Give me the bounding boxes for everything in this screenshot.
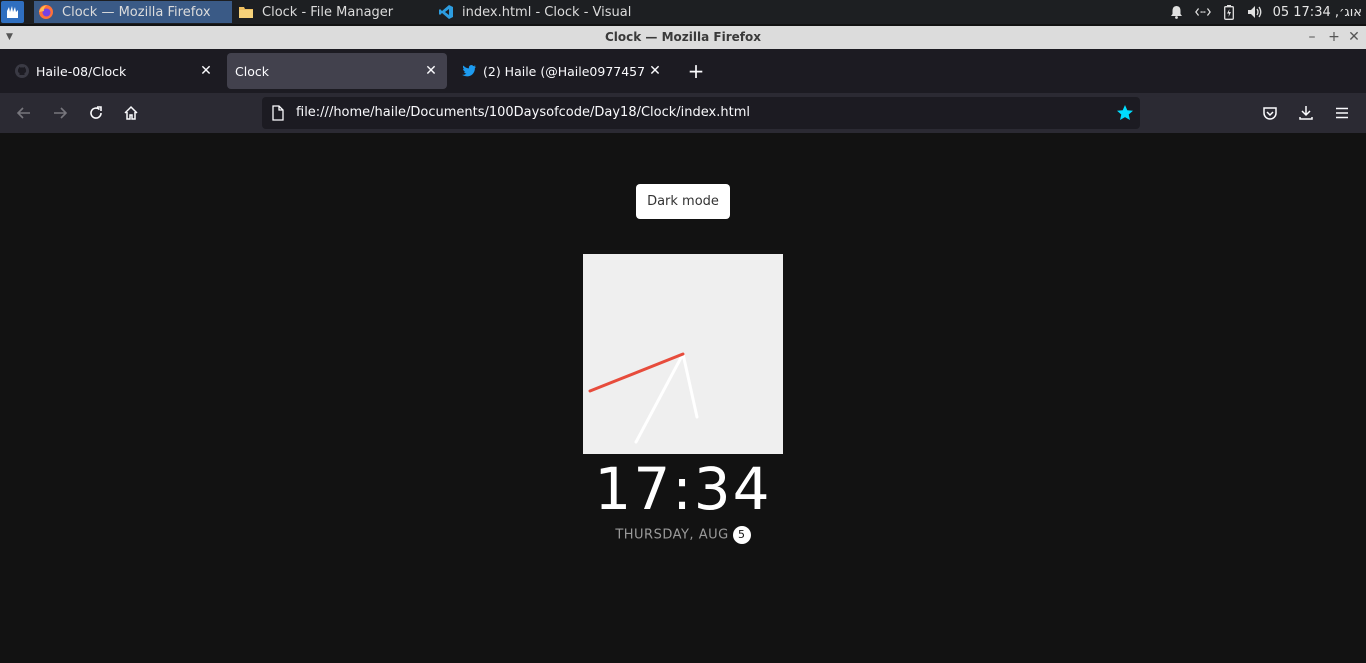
downloads-button[interactable] xyxy=(1294,101,1318,125)
forward-arrow-icon xyxy=(54,107,68,119)
close-window-icon[interactable]: ✕ xyxy=(1344,26,1364,49)
close-tab-icon[interactable]: ✕ xyxy=(421,61,441,81)
system-clock[interactable]: 05 ‫אוג׳‬, 17:34 xyxy=(1273,5,1362,20)
maximize-icon[interactable]: + xyxy=(1324,26,1344,49)
bookmark-star-icon[interactable] xyxy=(1116,104,1134,122)
pocket-icon xyxy=(1263,107,1277,120)
reload-button[interactable] xyxy=(84,101,108,125)
tab-label: Haile-08/Clock xyxy=(36,63,127,79)
window-menu-icon[interactable]: ▼ xyxy=(6,26,13,49)
hamburger-menu-icon xyxy=(1336,107,1348,119)
page-icon xyxy=(272,105,284,121)
page-content: Dark mode 17:34 THURSDAY, AUG 5 xyxy=(0,133,1366,663)
window-title: Clock — Mozilla Firefox xyxy=(605,30,761,44)
date-text: THURSDAY, AUG xyxy=(615,527,729,543)
app-menu-button-firefox[interactable] xyxy=(1330,101,1354,125)
network-icon[interactable] xyxy=(1194,4,1211,20)
tab-clock[interactable]: Clock ✕ xyxy=(227,53,447,89)
twitter-icon xyxy=(462,65,476,77)
home-icon xyxy=(124,105,138,120)
os-taskbar: Clock — Mozilla Firefox Clock - File Man… xyxy=(0,0,1366,24)
home-button[interactable] xyxy=(119,101,143,125)
taskbar-item-firefox[interactable]: Clock — Mozilla Firefox xyxy=(34,1,232,23)
notifications-icon[interactable] xyxy=(1169,4,1185,20)
folder-icon xyxy=(239,7,253,18)
new-tab-button[interactable]: + xyxy=(684,59,708,83)
github-icon xyxy=(15,64,29,78)
hour-hand xyxy=(681,352,699,419)
address-bar[interactable]: file:///home/haile/Documents/100Daysofco… xyxy=(262,97,1140,129)
close-tab-icon[interactable]: ✕ xyxy=(645,61,665,81)
browser-nav-bar: file:///home/haile/Documents/100Daysofco… xyxy=(0,93,1366,133)
tab-github[interactable]: Haile-08/Clock ✕ xyxy=(4,53,222,89)
minute-hand xyxy=(634,352,685,444)
taskbar-item-label: Clock - File Manager xyxy=(262,4,394,20)
tab-label: Clock xyxy=(235,63,269,79)
volume-icon[interactable] xyxy=(1247,4,1263,20)
url-text[interactable]: file:///home/haile/Documents/100Daysofco… xyxy=(296,97,750,129)
tab-label: (2) Haile (@Haile09774574) / T xyxy=(483,63,645,79)
firefox-icon xyxy=(39,5,53,19)
day-badge: 5 xyxy=(732,526,751,544)
taskbar-item-file-manager[interactable]: Clock - File Manager xyxy=(234,1,430,23)
window-titlebar[interactable]: ▼ Clock — Mozilla Firefox – + ✕ xyxy=(0,26,1366,49)
app-menu-button[interactable] xyxy=(1,1,24,23)
vscode-icon xyxy=(439,5,453,19)
analog-clock xyxy=(583,254,783,454)
browser-tab-strip: Haile-08/Clock ✕ Clock ✕ (2) Haile (@Hai… xyxy=(0,49,1366,93)
reload-icon xyxy=(90,106,102,119)
app-menu-icon xyxy=(7,6,18,18)
pocket-button[interactable] xyxy=(1258,101,1282,125)
back-button[interactable] xyxy=(12,101,36,125)
taskbar-item-vscode[interactable]: index.html - Clock - Visual St... xyxy=(434,1,634,23)
battery-icon[interactable] xyxy=(1221,4,1237,20)
dark-mode-toggle-button[interactable]: Dark mode xyxy=(636,184,730,219)
taskbar-item-label: Clock — Mozilla Firefox xyxy=(62,4,211,20)
second-hand xyxy=(588,352,685,393)
close-tab-icon[interactable]: ✕ xyxy=(196,61,216,81)
forward-button[interactable] xyxy=(48,101,72,125)
back-arrow-icon xyxy=(16,107,30,119)
tab-twitter[interactable]: (2) Haile (@Haile09774574) / T ✕ xyxy=(451,53,671,89)
date-line: THURSDAY, AUG 5 xyxy=(0,526,1366,544)
system-tray: 05 ‫אוג׳‬, 17:34 xyxy=(1169,0,1366,24)
download-icon xyxy=(1299,106,1313,120)
minimize-icon[interactable]: – xyxy=(1302,26,1322,49)
taskbar-item-label: index.html - Clock - Visual St... xyxy=(462,4,634,20)
digital-time: 17:34 xyxy=(594,455,772,523)
